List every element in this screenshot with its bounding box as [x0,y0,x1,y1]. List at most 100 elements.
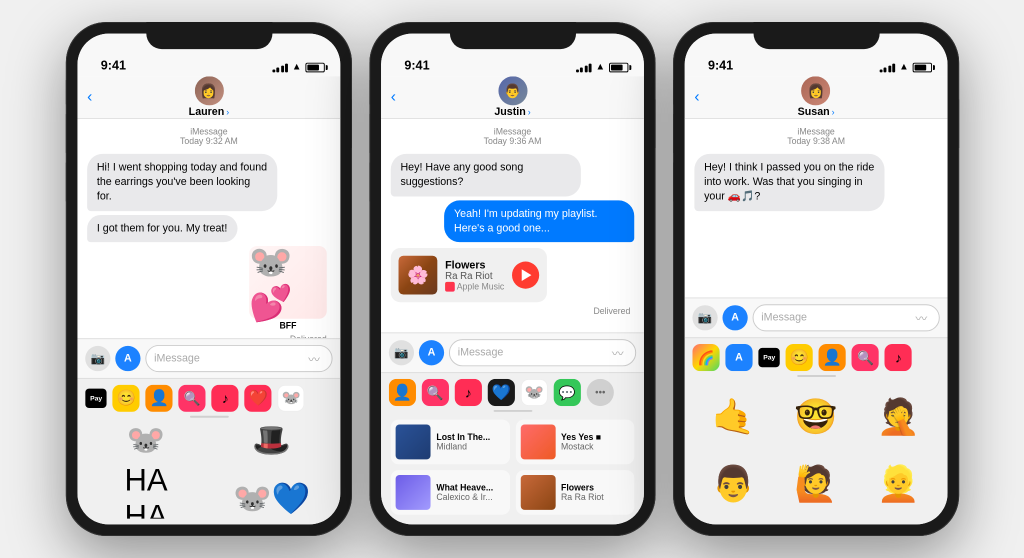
tray-face-3[interactable]: 👤 [818,344,845,371]
memoji-1[interactable]: 🤙 [694,385,773,448]
phone-lauren: 9:41 ▲ ‹ [65,22,351,536]
tray-search-3[interactable]: 🔍 [851,344,878,371]
message-header-1: iMessageToday 9:32 AM [87,127,330,146]
back-chevron-2: ‹ [390,88,395,105]
bubble-2-2: Yeah! I'm updating my playlist. Here's a… [444,200,634,242]
input-placeholder-2: iMessage [457,347,503,359]
music-grid-2: Lost In The... Midland Yes Yes ■ Mostack [388,416,635,519]
message-header-2: iMessageToday 9:36 AM [390,127,633,146]
input-bar-1: 📷 A iMessage 〰 [77,338,340,378]
status-time-3: 9:41 [707,58,732,73]
tray-face-1[interactable]: 👤 [145,385,172,412]
tray-face-2[interactable]: 👤 [388,379,415,406]
music-item-4[interactable]: Flowers Ra Ra Riot [515,470,634,515]
music-card-flowers[interactable]: 🌸 Flowers Ra Ra Riot Apple Music [390,248,546,302]
tray-heart-1[interactable]: ❤️ [244,385,271,412]
messages-area-2: iMessageToday 9:36 AM Hey! Have any good… [381,119,644,332]
nav-bar-3: ‹ 👩 Susan › [684,76,947,119]
sticker-cell-2[interactable]: 🎩 [210,422,332,459]
tray-applepay-3[interactable]: Pay [758,348,780,367]
tray-mickey-2[interactable]: 🐭 [520,379,547,406]
tray-mickey-1[interactable]: 🐭 [277,385,304,412]
sticker-cell-1[interactable]: 🐭 [85,422,207,459]
contact-header-1[interactable]: 👩 Lauren › [188,76,228,118]
phone-screen-lauren: 9:41 ▲ ‹ [77,34,340,525]
avatar-img-2: 👨 [497,76,526,105]
tray-emoji-3[interactable]: 😊 [786,344,813,371]
appstore-button-1[interactable]: A [115,346,140,371]
camera-button-1[interactable]: 📷 [85,346,110,371]
wifi-icon-3: ▲ [899,62,909,73]
messages-area-3: iMessageToday 9:38 AM Hey! I think I pas… [684,119,947,297]
back-chevron-1: ‹ [87,88,92,105]
memoji-3[interactable]: 🤦 [859,385,938,448]
music-item-2[interactable]: Yes Yes ■ Mostack [515,420,634,465]
back-button-3[interactable]: ‹ [694,88,699,105]
messages-area-1: iMessageToday 9:32 AM Hi! I went shoppin… [77,119,340,338]
tray-search-2[interactable]: 🔍 [421,379,448,406]
message-input-1[interactable]: iMessage 〰 [145,345,332,372]
music-item-3[interactable]: What Heave... Calexico & Ir... [390,470,509,515]
sticker-cell-3[interactable]: HAHA [85,462,207,518]
wifi-icon-1: ▲ [291,62,301,73]
sticker-cell-4[interactable]: 🐭💙 [210,462,332,518]
bubble-1-2: I got them for you. My treat! [87,215,237,243]
bubble-3-1: Hey! I think I passed you on the ride in… [694,154,884,211]
camera-button-3[interactable]: 📷 [692,305,717,330]
tray-music-3[interactable]: ♪ [884,344,911,371]
tray-green-2[interactable]: 💬 [553,379,580,406]
phone-justin: 9:41 ▲ ‹ [369,22,655,536]
status-bar-2: 9:41 ▲ [381,34,644,77]
bubble-1-1: Hi! I went shopping today and found the … [87,154,277,211]
memoji-6[interactable]: 👱 [859,452,938,515]
status-icons-2: ▲ [575,62,628,73]
tray-applepay-1[interactable]: Pay [85,389,107,408]
app-tray-3: 🌈 A Pay 😊 👤 🔍 ♪ 🤙 🤓 🤦 👨 🙋 👱 [684,337,947,524]
waveform-icon-1: 〰 [308,350,324,366]
memoji-4[interactable]: 👨 [694,452,773,515]
tray-more-2[interactable]: ••• [586,379,613,406]
play-triangle [521,270,531,282]
tray-music-1[interactable]: ♪ [211,385,238,412]
app-tray-2: 👤 🔍 ♪ 💙 🐭 💬 ••• Lost In The... Mid [381,372,644,524]
back-button-1[interactable]: ‹ [87,88,92,105]
input-bar-3: 📷 A iMessage 〰 [684,297,947,337]
phone-susan: 9:41 ▲ ‹ [673,22,959,536]
input-placeholder-3: iMessage [761,312,807,324]
apple-music-icon [445,282,455,292]
tray-divider-3 [796,375,835,377]
status-time-1: 9:41 [100,58,125,73]
tray-photos-3[interactable]: 🌈 [692,344,719,371]
appstore-button-2[interactable]: A [418,340,443,365]
tray-emoji-1[interactable]: 😊 [112,385,139,412]
avatar-img-3: 👩 [801,76,830,105]
tray-music-2[interactable]: ♪ [454,379,481,406]
tray-icons-3: 🌈 A Pay 😊 👤 🔍 ♪ [692,344,939,371]
back-button-2[interactable]: ‹ [390,88,395,105]
status-bar-3: 9:41 ▲ [684,34,947,77]
tray-search-1[interactable]: 🔍 [178,385,205,412]
delivered-2: Delivered [390,307,633,317]
contact-header-3[interactable]: 👩 Susan › [797,76,834,118]
waveform-icon-2: 〰 [611,344,627,360]
music-grid-info-3: What Heave... Calexico & Ir... [436,482,493,502]
camera-button-2[interactable]: 📷 [388,340,413,365]
tray-appstore-3[interactable]: A [725,344,752,371]
music-item-1[interactable]: Lost In The... Midland [390,420,509,465]
appstore-button-3[interactable]: A [722,305,747,330]
music-artist-flowers: Ra Ra Riot [445,271,504,282]
back-chevron-3: ‹ [694,88,699,105]
play-button-flowers[interactable] [512,262,539,289]
message-input-3[interactable]: iMessage 〰 [752,304,939,331]
contact-chevron-2: › [527,107,530,117]
message-input-2[interactable]: iMessage 〰 [448,339,635,366]
battery-icon-3 [912,62,931,72]
status-bar-1: 9:41 ▲ [77,34,340,77]
memoji-5[interactable]: 🙋 [776,452,855,515]
signal-bars-3 [879,62,895,72]
input-placeholder-1: iMessage [154,353,200,365]
tray-heart-2[interactable]: 💙 [487,379,514,406]
contact-header-2[interactable]: 👨 Justin › [494,76,530,118]
contact-avatar-3: 👩 [801,76,830,105]
memoji-2[interactable]: 🤓 [776,385,855,448]
